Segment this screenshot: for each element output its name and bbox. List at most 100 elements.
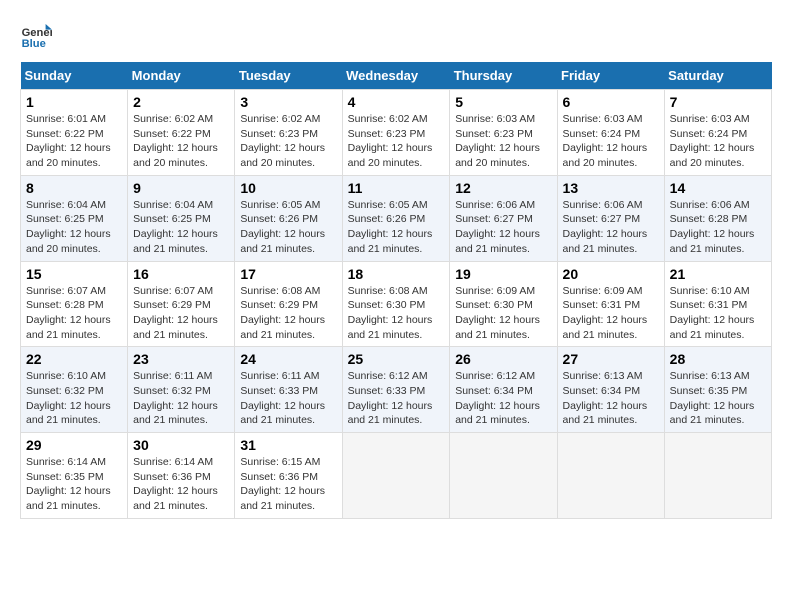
day-number: 13 — [563, 180, 659, 196]
day-number: 12 — [455, 180, 551, 196]
day-detail: Sunrise: 6:08 AMSunset: 6:29 PMDaylight:… — [240, 285, 325, 341]
day-detail: Sunrise: 6:07 AMSunset: 6:28 PMDaylight:… — [26, 285, 111, 341]
calendar-cell — [664, 433, 771, 519]
day-number: 28 — [670, 351, 766, 367]
calendar-cell: 14 Sunrise: 6:06 AMSunset: 6:28 PMDaylig… — [664, 175, 771, 261]
day-detail: Sunrise: 6:05 AMSunset: 6:26 PMDaylight:… — [240, 199, 325, 255]
calendar-cell: 20 Sunrise: 6:09 AMSunset: 6:31 PMDaylig… — [557, 261, 664, 347]
day-number: 4 — [348, 94, 445, 110]
day-number: 11 — [348, 180, 445, 196]
day-number: 9 — [133, 180, 229, 196]
day-number: 6 — [563, 94, 659, 110]
day-detail: Sunrise: 6:03 AMSunset: 6:24 PMDaylight:… — [670, 113, 755, 169]
day-detail: Sunrise: 6:04 AMSunset: 6:25 PMDaylight:… — [133, 199, 218, 255]
calendar-week-4: 22 Sunrise: 6:10 AMSunset: 6:32 PMDaylig… — [21, 347, 772, 433]
day-detail: Sunrise: 6:11 AMSunset: 6:33 PMDaylight:… — [240, 370, 325, 426]
day-number: 21 — [670, 266, 766, 282]
calendar-header-row: SundayMondayTuesdayWednesdayThursdayFrid… — [21, 62, 772, 90]
calendar-cell: 17 Sunrise: 6:08 AMSunset: 6:29 PMDaylig… — [235, 261, 342, 347]
calendar-cell: 2 Sunrise: 6:02 AMSunset: 6:22 PMDayligh… — [128, 90, 235, 176]
calendar-cell: 31 Sunrise: 6:15 AMSunset: 6:36 PMDaylig… — [235, 433, 342, 519]
calendar-cell: 3 Sunrise: 6:02 AMSunset: 6:23 PMDayligh… — [235, 90, 342, 176]
day-detail: Sunrise: 6:14 AMSunset: 6:36 PMDaylight:… — [133, 456, 218, 512]
calendar-cell: 5 Sunrise: 6:03 AMSunset: 6:23 PMDayligh… — [450, 90, 557, 176]
header-tuesday: Tuesday — [235, 62, 342, 90]
day-detail: Sunrise: 6:06 AMSunset: 6:27 PMDaylight:… — [455, 199, 540, 255]
day-detail: Sunrise: 6:03 AMSunset: 6:24 PMDaylight:… — [563, 113, 648, 169]
day-number: 7 — [670, 94, 766, 110]
day-detail: Sunrise: 6:02 AMSunset: 6:23 PMDaylight:… — [240, 113, 325, 169]
calendar-table: SundayMondayTuesdayWednesdayThursdayFrid… — [20, 62, 772, 519]
calendar-week-2: 8 Sunrise: 6:04 AMSunset: 6:25 PMDayligh… — [21, 175, 772, 261]
calendar-cell: 7 Sunrise: 6:03 AMSunset: 6:24 PMDayligh… — [664, 90, 771, 176]
calendar-cell: 15 Sunrise: 6:07 AMSunset: 6:28 PMDaylig… — [21, 261, 128, 347]
svg-text:Blue: Blue — [22, 38, 46, 50]
calendar-cell: 9 Sunrise: 6:04 AMSunset: 6:25 PMDayligh… — [128, 175, 235, 261]
calendar-cell: 6 Sunrise: 6:03 AMSunset: 6:24 PMDayligh… — [557, 90, 664, 176]
day-number: 5 — [455, 94, 551, 110]
day-detail: Sunrise: 6:11 AMSunset: 6:32 PMDaylight:… — [133, 370, 218, 426]
day-number: 20 — [563, 266, 659, 282]
day-detail: Sunrise: 6:14 AMSunset: 6:35 PMDaylight:… — [26, 456, 111, 512]
header: General Blue — [20, 20, 772, 52]
calendar-cell: 8 Sunrise: 6:04 AMSunset: 6:25 PMDayligh… — [21, 175, 128, 261]
calendar-cell: 24 Sunrise: 6:11 AMSunset: 6:33 PMDaylig… — [235, 347, 342, 433]
calendar-week-1: 1 Sunrise: 6:01 AMSunset: 6:22 PMDayligh… — [21, 90, 772, 176]
day-number: 30 — [133, 437, 229, 453]
calendar-cell: 19 Sunrise: 6:09 AMSunset: 6:30 PMDaylig… — [450, 261, 557, 347]
day-number: 24 — [240, 351, 336, 367]
calendar-cell — [450, 433, 557, 519]
day-number: 2 — [133, 94, 229, 110]
calendar-cell: 28 Sunrise: 6:13 AMSunset: 6:35 PMDaylig… — [664, 347, 771, 433]
day-number: 1 — [26, 94, 122, 110]
calendar-cell: 4 Sunrise: 6:02 AMSunset: 6:23 PMDayligh… — [342, 90, 450, 176]
calendar-cell — [342, 433, 450, 519]
calendar-cell: 11 Sunrise: 6:05 AMSunset: 6:26 PMDaylig… — [342, 175, 450, 261]
day-detail: Sunrise: 6:06 AMSunset: 6:28 PMDaylight:… — [670, 199, 755, 255]
day-detail: Sunrise: 6:05 AMSunset: 6:26 PMDaylight:… — [348, 199, 433, 255]
calendar-week-3: 15 Sunrise: 6:07 AMSunset: 6:28 PMDaylig… — [21, 261, 772, 347]
header-saturday: Saturday — [664, 62, 771, 90]
calendar-cell: 30 Sunrise: 6:14 AMSunset: 6:36 PMDaylig… — [128, 433, 235, 519]
calendar-week-5: 29 Sunrise: 6:14 AMSunset: 6:35 PMDaylig… — [21, 433, 772, 519]
day-number: 18 — [348, 266, 445, 282]
day-detail: Sunrise: 6:01 AMSunset: 6:22 PMDaylight:… — [26, 113, 111, 169]
logo-icon: General Blue — [20, 20, 52, 52]
day-detail: Sunrise: 6:08 AMSunset: 6:30 PMDaylight:… — [348, 285, 433, 341]
day-number: 29 — [26, 437, 122, 453]
day-detail: Sunrise: 6:04 AMSunset: 6:25 PMDaylight:… — [26, 199, 111, 255]
day-detail: Sunrise: 6:06 AMSunset: 6:27 PMDaylight:… — [563, 199, 648, 255]
header-friday: Friday — [557, 62, 664, 90]
day-number: 3 — [240, 94, 336, 110]
day-detail: Sunrise: 6:15 AMSunset: 6:36 PMDaylight:… — [240, 456, 325, 512]
day-number: 19 — [455, 266, 551, 282]
day-number: 31 — [240, 437, 336, 453]
day-detail: Sunrise: 6:02 AMSunset: 6:22 PMDaylight:… — [133, 113, 218, 169]
calendar-cell: 23 Sunrise: 6:11 AMSunset: 6:32 PMDaylig… — [128, 347, 235, 433]
day-detail: Sunrise: 6:09 AMSunset: 6:30 PMDaylight:… — [455, 285, 540, 341]
day-detail: Sunrise: 6:02 AMSunset: 6:23 PMDaylight:… — [348, 113, 433, 169]
calendar-cell: 26 Sunrise: 6:12 AMSunset: 6:34 PMDaylig… — [450, 347, 557, 433]
calendar-cell — [557, 433, 664, 519]
logo: General Blue — [20, 20, 56, 52]
header-sunday: Sunday — [21, 62, 128, 90]
calendar-cell: 1 Sunrise: 6:01 AMSunset: 6:22 PMDayligh… — [21, 90, 128, 176]
calendar-cell: 25 Sunrise: 6:12 AMSunset: 6:33 PMDaylig… — [342, 347, 450, 433]
day-detail: Sunrise: 6:07 AMSunset: 6:29 PMDaylight:… — [133, 285, 218, 341]
header-wednesday: Wednesday — [342, 62, 450, 90]
header-monday: Monday — [128, 62, 235, 90]
day-detail: Sunrise: 6:12 AMSunset: 6:33 PMDaylight:… — [348, 370, 433, 426]
day-detail: Sunrise: 6:13 AMSunset: 6:35 PMDaylight:… — [670, 370, 755, 426]
day-detail: Sunrise: 6:12 AMSunset: 6:34 PMDaylight:… — [455, 370, 540, 426]
day-number: 15 — [26, 266, 122, 282]
calendar-cell: 12 Sunrise: 6:06 AMSunset: 6:27 PMDaylig… — [450, 175, 557, 261]
day-number: 17 — [240, 266, 336, 282]
calendar-cell: 13 Sunrise: 6:06 AMSunset: 6:27 PMDaylig… — [557, 175, 664, 261]
day-detail: Sunrise: 6:09 AMSunset: 6:31 PMDaylight:… — [563, 285, 648, 341]
day-detail: Sunrise: 6:13 AMSunset: 6:34 PMDaylight:… — [563, 370, 648, 426]
day-detail: Sunrise: 6:10 AMSunset: 6:32 PMDaylight:… — [26, 370, 111, 426]
calendar-cell: 10 Sunrise: 6:05 AMSunset: 6:26 PMDaylig… — [235, 175, 342, 261]
day-number: 23 — [133, 351, 229, 367]
day-number: 8 — [26, 180, 122, 196]
day-number: 27 — [563, 351, 659, 367]
